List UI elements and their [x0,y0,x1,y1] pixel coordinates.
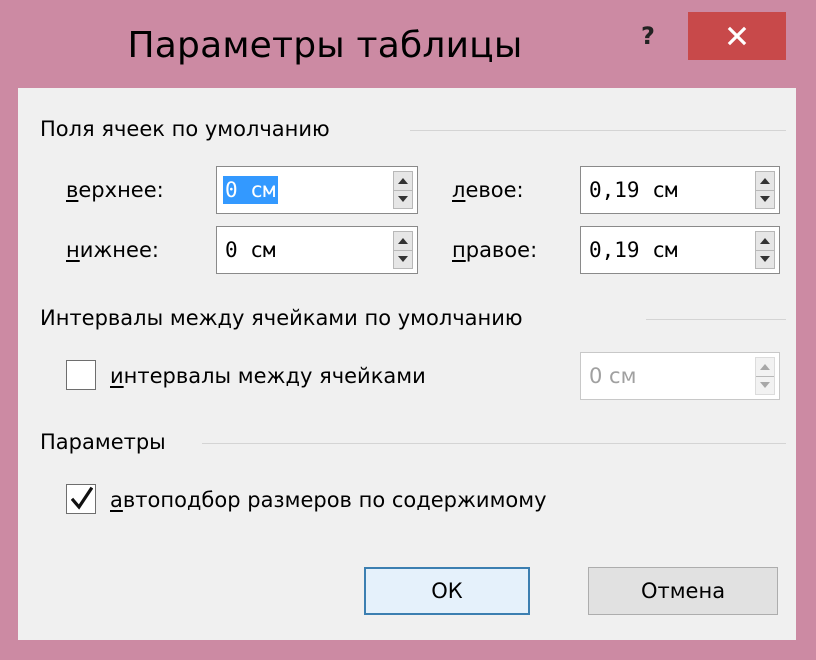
bottom-margin-spin-buttons[interactable] [393,231,413,269]
cell-spacing-heading: Интервалы между ячейками по умолчанию [40,306,523,330]
spin-up-icon[interactable] [398,238,408,244]
spin-down-icon[interactable] [398,256,408,262]
top-margin-spin-buttons[interactable] [393,171,413,209]
left-margin-spinner[interactable]: 0,19 см [580,166,780,214]
options-heading: Параметры [40,430,166,454]
right-margin-spin-buttons[interactable] [755,231,775,269]
top-margin-label-accesskey: в [66,178,79,202]
bottom-margin-label-text: ижнее: [79,238,159,262]
autofit-accesskey: а [110,488,123,512]
left-margin-spin-buttons[interactable] [755,171,775,209]
bottom-margin-value[interactable]: 0 см [225,236,276,264]
left-margin-label: левое: [452,176,524,204]
spin-up-icon[interactable] [398,178,408,184]
checkmark-icon [71,486,93,510]
spin-down-icon[interactable] [760,196,770,202]
spin-divider [394,190,412,191]
cell-margins-heading: Поля ячеек по умолчанию [40,117,330,141]
cell-spacing-checkbox-label[interactable]: интервалы между ячейками [110,362,426,390]
left-margin-label-text: евое: [465,178,524,202]
cell-spacing-accesskey: и [110,364,124,388]
ok-button[interactable]: ОК [364,567,530,615]
dialog-body: Поля ячеек по умолчанию верхнее: 0 см ле… [18,88,796,640]
top-margin-value[interactable]: 0 см [223,176,278,204]
spin-divider [756,376,774,377]
spin-divider [394,250,412,251]
section-divider [410,130,786,131]
autofit-checkbox-label[interactable]: автоподбор размеров по содержимому [110,486,547,514]
left-margin-value[interactable]: 0,19 см [589,176,678,204]
right-margin-label-accesskey: п [452,238,466,262]
cell-spacing-spin-buttons [755,357,775,395]
title-bar[interactable]: Параметры таблицы ? [0,0,816,88]
spin-down-icon [760,382,770,388]
bottom-margin-label-accesskey: н [66,238,80,262]
spin-up-icon[interactable] [760,238,770,244]
close-button[interactable] [688,12,786,60]
right-margin-label: правое: [452,236,537,264]
spin-up-icon [760,364,770,370]
bottom-margin-label: нижнее: [66,236,159,264]
left-margin-label-accesskey: л [452,178,466,202]
help-button[interactable]: ? [628,16,668,56]
cell-spacing-spinner: 0 см [580,352,780,400]
cell-spacing-checkbox[interactable] [66,360,96,390]
dialog-title: Параметры таблицы [127,25,523,66]
spin-divider [756,250,774,251]
top-margin-label: верхнее: [66,176,164,204]
table-options-dialog: Параметры таблицы ? Поля ячеек по умолча… [0,0,816,660]
cancel-button[interactable]: Отмена [588,567,778,615]
spin-divider [756,190,774,191]
autofit-label-text: втоподбор размеров по содержимому [122,488,547,512]
section-divider [646,319,786,320]
spin-down-icon[interactable] [760,256,770,262]
spin-up-icon[interactable] [760,178,770,184]
cell-spacing-label-text: нтервалы между ячейками [123,364,426,388]
window-bottom-border [0,640,816,660]
autofit-checkbox[interactable] [66,484,96,514]
spin-down-icon[interactable] [398,196,408,202]
bottom-margin-spinner[interactable]: 0 см [216,226,418,274]
right-margin-label-text: равое: [465,238,538,262]
close-icon [727,26,747,46]
section-divider [202,443,786,444]
top-margin-label-text: ерхнее: [78,178,164,202]
cell-spacing-value: 0 см [589,364,637,388]
right-margin-value[interactable]: 0,19 см [589,236,678,264]
right-margin-spinner[interactable]: 0,19 см [580,226,780,274]
top-margin-spinner[interactable]: 0 см [216,166,418,214]
